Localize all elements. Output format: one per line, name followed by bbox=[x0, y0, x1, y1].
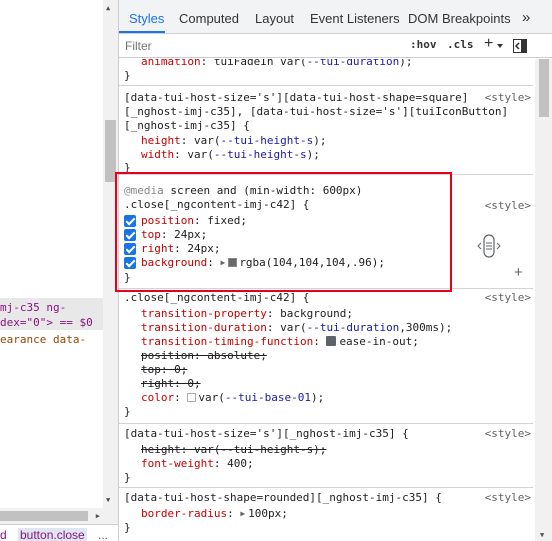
declaration-font-weight[interactable]: font-weight: 400; bbox=[141, 457, 254, 471]
declaration-transition-property[interactable]: transition-property: background; bbox=[141, 307, 353, 321]
style-rule: animation: tuiFadeIn var(--tui-duration)… bbox=[119, 59, 533, 86]
scroll-up-arrow[interactable]: ▲ bbox=[106, 4, 110, 12]
tab-dom-breakpoints[interactable]: DOM Breakpoints bbox=[408, 11, 511, 26]
rule-close-brace: } bbox=[124, 521, 131, 534]
hov-button[interactable]: :hov bbox=[410, 38, 437, 51]
rule-selector[interactable]: [data-tui-host-shape=rounded][_nghost-im… bbox=[124, 491, 442, 505]
tab-styles[interactable]: Styles bbox=[129, 11, 164, 26]
rule-close-brace: } bbox=[124, 471, 131, 484]
filter-input[interactable] bbox=[125, 36, 395, 56]
rule-origin-link[interactable]: <style> bbox=[485, 427, 531, 440]
active-tab-indicator bbox=[119, 31, 165, 33]
declaration-overridden[interactable]: right: 0; bbox=[141, 377, 201, 391]
rule-origin-link[interactable]: <style> bbox=[485, 291, 531, 304]
declaration-color[interactable]: color: var(--tui-base-01); bbox=[141, 391, 324, 405]
scrollbar-thumb[interactable] bbox=[0, 511, 88, 521]
declaration-height[interactable]: height: var(--tui-height-s); bbox=[141, 134, 326, 148]
style-rule: .close[_ngcontent-imj-c42] { <style> tra… bbox=[119, 289, 533, 424]
expand-triangle-icon[interactable]: ▶ bbox=[240, 507, 245, 521]
scroll-down-arrow[interactable]: ▼ bbox=[540, 531, 544, 539]
more-tabs-icon[interactable]: » bbox=[522, 9, 530, 26]
styles-vertical-scrollbar[interactable]: ▼ bbox=[535, 59, 552, 541]
declaration-border-radius[interactable]: border-radius: ▶ 100px; bbox=[141, 507, 288, 521]
elements-panel: mj-c35 ng- dex="0"> == $0 earance data- … bbox=[0, 0, 103, 541]
rule-origin-link[interactable]: <style> bbox=[485, 91, 531, 104]
highlight-annotation-box bbox=[115, 172, 452, 292]
toggle-sidebar-icon[interactable] bbox=[513, 39, 527, 56]
styles-toolbar: :hov .cls + bbox=[119, 34, 552, 58]
dom-line[interactable]: mj-c35 ng- bbox=[0, 300, 103, 316]
style-rule: [data-tui-host-shape=rounded][_nghost-im… bbox=[119, 488, 533, 541]
breadcrumb-item[interactable]: d bbox=[0, 528, 7, 541]
rule-origin-link[interactable]: <style> bbox=[485, 199, 531, 212]
rule-close-brace: } bbox=[124, 69, 131, 82]
styles-pane: animation: tuiFadeIn var(--tui-duration)… bbox=[119, 59, 533, 541]
tab-computed[interactable]: Computed bbox=[179, 11, 239, 26]
style-rule: [data-tui-host-size='s'][_nghost-imj-c35… bbox=[119, 424, 533, 488]
easing-editor-icon[interactable] bbox=[326, 336, 337, 346]
tab-event-listeners[interactable]: Event Listeners bbox=[310, 11, 400, 26]
declaration-overridden[interactable]: top: 0; bbox=[141, 363, 187, 377]
sidebar-tabbar: Styles Computed Layout Event Listeners D… bbox=[119, 0, 552, 34]
scroll-right-arrow[interactable]: ▶ bbox=[96, 512, 100, 520]
cls-button[interactable]: .cls bbox=[447, 38, 474, 51]
breadcrumb: d button.close ... bbox=[0, 524, 118, 541]
new-rule-menu-icon[interactable] bbox=[497, 44, 503, 48]
dom-line-selected[interactable]: dex="0"> == $0 bbox=[0, 315, 103, 331]
rule-close-brace: } bbox=[124, 405, 131, 418]
new-rule-button[interactable]: + bbox=[484, 35, 493, 53]
rule-selector[interactable]: .close[_ngcontent-imj-c42] { bbox=[124, 291, 309, 305]
tab-layout[interactable]: Layout bbox=[255, 11, 294, 26]
declaration-width[interactable]: width: var(--tui-height-s); bbox=[141, 148, 320, 162]
color-swatch[interactable] bbox=[187, 393, 197, 402]
breadcrumb-more[interactable]: ... bbox=[98, 528, 108, 541]
scroll-down-arrow[interactable]: ▼ bbox=[106, 496, 110, 504]
rule-selector[interactable]: [data-tui-host-size='s'][_nghost-imj-c35… bbox=[124, 427, 409, 441]
declaration[interactable]: animation: tuiFadeIn var(--tui-duration)… bbox=[141, 59, 413, 69]
add-declaration-icon[interactable]: + bbox=[514, 264, 523, 281]
declaration-overridden[interactable]: height: var(--tui-height-s); bbox=[141, 443, 326, 457]
breadcrumb-item-current[interactable]: button.close bbox=[18, 528, 87, 541]
horizontal-scrollbar[interactable]: ▶ bbox=[0, 508, 103, 524]
position-editor-icon[interactable] bbox=[475, 232, 503, 260]
declaration-transition-duration[interactable]: transition-duration: var(--tui-duration,… bbox=[141, 321, 452, 335]
dom-line[interactable]: earance data- bbox=[0, 332, 103, 348]
rule-selector[interactable]: [_nghost-imj-c35], [data-tui-host-size='… bbox=[124, 105, 508, 119]
scrollbar-thumb[interactable] bbox=[539, 59, 549, 117]
declaration-overridden[interactable]: position: absolute; bbox=[141, 349, 267, 363]
rule-selector[interactable]: [data-tui-host-size='s'][data-tui-host-s… bbox=[124, 91, 468, 105]
declaration-transition-timing[interactable]: transition-timing-function: ease-in-out; bbox=[141, 335, 419, 349]
rule-selector[interactable]: [_nghost-imj-c35] { bbox=[124, 119, 250, 133]
rule-origin-link[interactable]: <style> bbox=[485, 491, 531, 504]
style-rule: [data-tui-host-size='s'][data-tui-host-s… bbox=[119, 86, 533, 175]
